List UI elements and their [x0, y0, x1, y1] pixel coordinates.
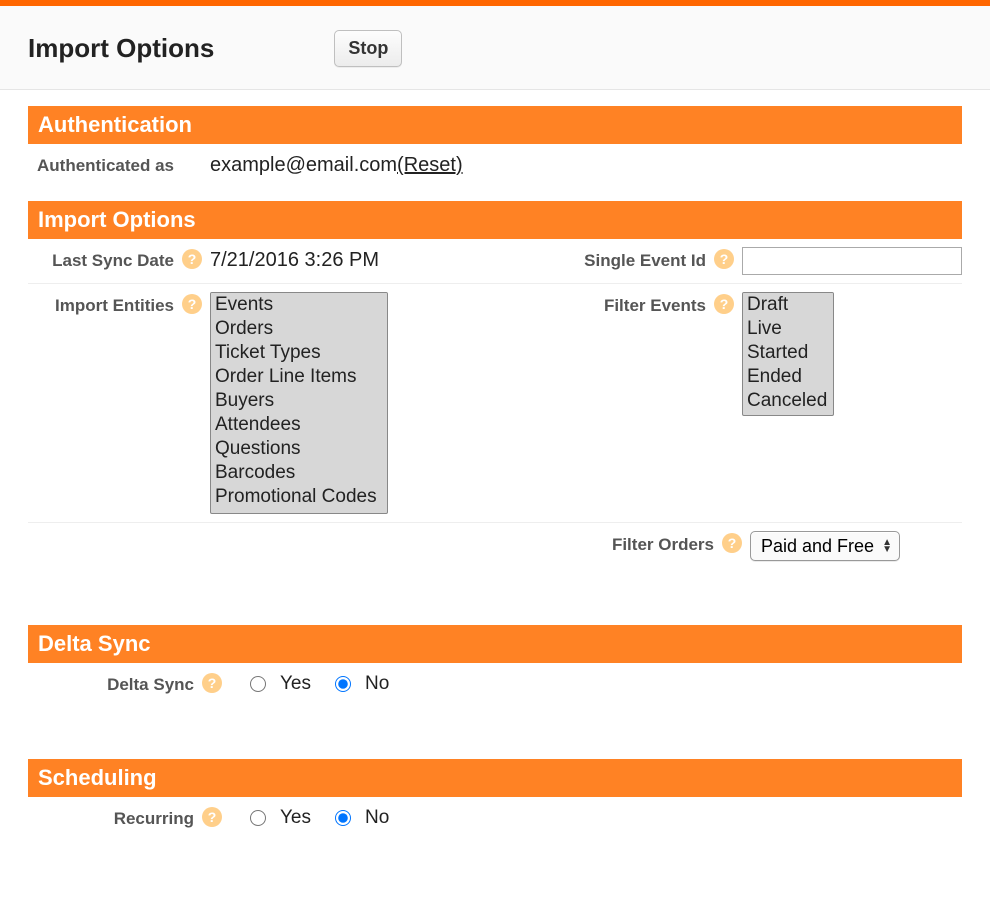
- section-header-scheduling: Scheduling: [28, 759, 962, 797]
- section-header-authentication: Authentication: [28, 106, 962, 144]
- label-recurring: Recurring: [28, 805, 198, 829]
- authenticated-as-value: example@email.com(Reset): [210, 152, 463, 177]
- help-icon[interactable]: ?: [202, 807, 222, 827]
- recurring-radio-group: Yes No: [230, 805, 389, 829]
- help-icon[interactable]: ?: [714, 294, 734, 314]
- label-single-event-id: Single Event Id: [550, 247, 710, 271]
- section-header-import-options: Import Options: [28, 201, 962, 239]
- single-event-id-input[interactable]: [742, 247, 962, 275]
- filter-orders-select[interactable]: Paid and Free: [750, 531, 900, 561]
- help-icon[interactable]: ?: [714, 249, 734, 269]
- stop-button[interactable]: Stop: [334, 30, 402, 67]
- label-filter-orders: Filter Orders: [558, 531, 718, 555]
- help-icon[interactable]: ?: [722, 533, 742, 553]
- delta-sync-yes-radio[interactable]: [250, 676, 266, 692]
- radio-label-no: No: [365, 673, 389, 695]
- delta-sync-radio-group: Yes No: [230, 671, 389, 695]
- label-import-entities: Import Entities: [28, 292, 178, 316]
- filter-events-select[interactable]: DraftLiveStartedEndedCanceled: [742, 292, 834, 416]
- recurring-yes-radio[interactable]: [250, 810, 266, 826]
- import-entities-select[interactable]: EventsOrdersTicket TypesOrder Line Items…: [210, 292, 388, 514]
- help-icon[interactable]: ?: [202, 673, 222, 693]
- delta-sync-no-radio[interactable]: [335, 676, 351, 692]
- radio-label-yes: Yes: [280, 807, 311, 829]
- last-sync-date-value: 7/21/2016 3:26 PM: [210, 247, 379, 272]
- reset-link[interactable]: (Reset): [397, 154, 463, 176]
- recurring-no-radio[interactable]: [335, 810, 351, 826]
- label-filter-events: Filter Events: [550, 292, 710, 316]
- label-authenticated-as: Authenticated as: [28, 152, 178, 176]
- page-header: Import Options Stop: [0, 6, 990, 90]
- radio-label-yes: Yes: [280, 673, 311, 695]
- label-delta-sync: Delta Sync: [28, 671, 198, 695]
- page-title: Import Options: [28, 33, 214, 64]
- help-icon[interactable]: ?: [182, 294, 202, 314]
- label-last-sync-date: Last Sync Date: [28, 247, 178, 271]
- help-icon[interactable]: ?: [182, 249, 202, 269]
- radio-label-no: No: [365, 807, 389, 829]
- auth-email: example@email.com: [210, 154, 397, 176]
- section-header-delta-sync: Delta Sync: [28, 625, 962, 663]
